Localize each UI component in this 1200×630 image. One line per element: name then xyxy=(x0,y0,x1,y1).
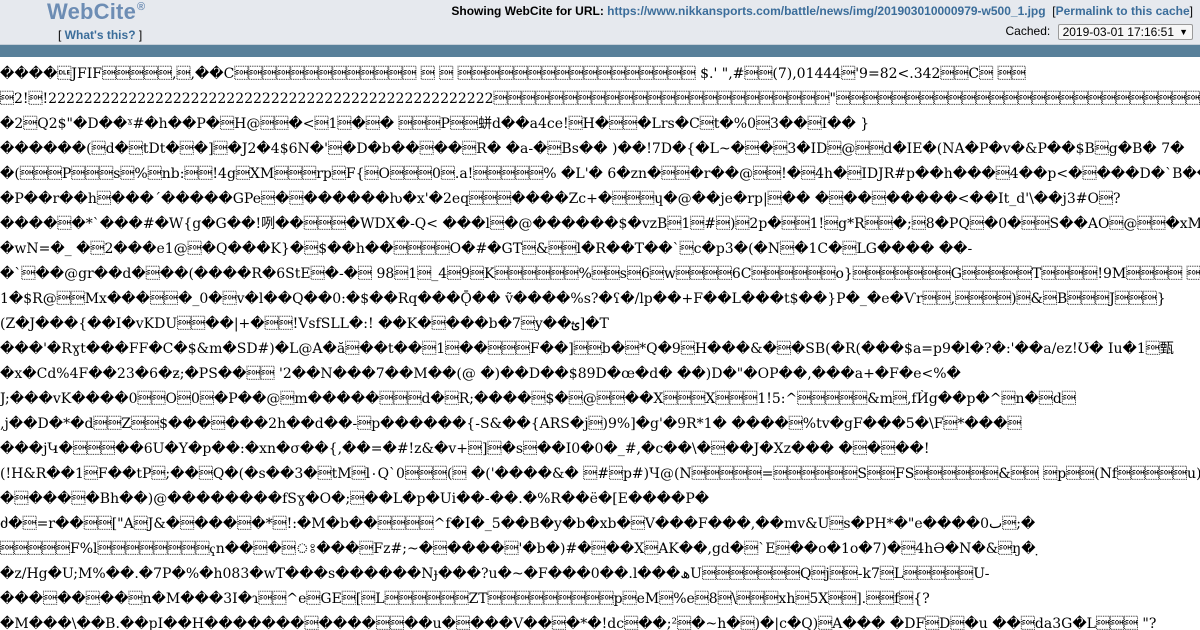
cached-line: Cached: 2019-03-01 17:16:51 ▼ xyxy=(451,22,1193,42)
binary-text-line: F%lҁn���ঃ���Fz#;~�����… xyxy=(0,541,1041,557)
permalink-link[interactable]: Permalink to this cache xyxy=(1056,4,1190,18)
logo-text[interactable]: WebCite xyxy=(47,0,136,24)
header-divider-bar xyxy=(0,45,1200,57)
url-line: Showing WebCite for URL: https://www.nik… xyxy=(451,4,1193,21)
binary-text-line: �M���\��B.��pI��H�������������u����V… xyxy=(0,616,1157,630)
whats-this-close-bracket: ] xyxy=(135,28,143,42)
binary-text-line: ����JFIF,,��C   … xyxy=(0,66,1026,82)
binary-text-line: �2Q2$"�D��ˠ#�h��P�H@�<1�� P蛢… xyxy=(0,116,870,132)
cached-content: ����JFIF,,��C   … xyxy=(0,62,1200,630)
whats-this-link[interactable]: What's this? xyxy=(65,28,136,42)
registered-mark: ® xyxy=(137,1,146,13)
cached-date-select[interactable]: 2019-03-01 17:16:51 ▼ xyxy=(1057,23,1193,40)
binary-text-line: (Z�J���{��I�vKDU��|+�!VsfSLL�:! ��K�… xyxy=(0,316,609,332)
binary-text-line: 1�$R@Mx����_0�v�l��Q��0:�$��Rq���Ǭ�… xyxy=(0,291,1166,307)
binary-text-line: �(Ps%nb:!4gXMrpF{O0.… xyxy=(0,166,1200,182)
binary-text-line: �������n�M���3I�ɿ^eGE[LZT… xyxy=(0,591,930,607)
original-url-link[interactable]: https://www.nikkansports.com/battle/news… xyxy=(607,4,1045,18)
binary-text-line: �`��@gr��d���(����R�6StE�-� 981_4… xyxy=(0,266,1200,282)
binary-text-line: �z/Hg�U;M%��.�7P�%�h083�wT���s������Nɟ��… xyxy=(0,566,990,582)
cached-label: Cached: xyxy=(1005,24,1051,38)
binary-text-line: ‚j��D�*�dZ$������2h��d��-p������{-… xyxy=(0,416,1022,432)
binary-text-line: ძ�=r��["AJ&�����*!:�M�b��^f�I… xyxy=(0,516,1036,532)
binary-text-line: 2!!22222222222222222222222222222222222… xyxy=(0,91,1200,107)
binary-text-line: J;���vK����0O0�P��@m�����d�R;��… xyxy=(0,391,1076,407)
binary-text-line: ������(d�tDt��]�J2�4$6N�'�D�b����… xyxy=(0,141,1185,157)
webcite-header: WebCite® [ What's this? ] Showing WebCit… xyxy=(0,0,1200,45)
binary-text-line: (!H&R��1F��tP;��Q�(�s��3�tMl۰Q`0… xyxy=(0,466,1200,482)
binary-text-line: ���'�Rɣt���FF�C�$&m�SD#)�L@A�ă��t��1�… xyxy=(0,341,1174,357)
chevron-down-icon: ▼ xyxy=(1179,26,1188,37)
binary-text-line: �wN=�_ �2���e1@�Q���K}�$��h��O�#�… xyxy=(0,241,973,257)
binary-text-line: �����Bh��)@��������fSɣ�O�;��L�p�Ui��-… xyxy=(0,491,710,507)
binary-text-line: �x�Cd%4F��23�6�ƶ;�PS�� '2��N���7��M��(… xyxy=(0,366,961,382)
binary-text-line: �����*`���#�W{g�G��!咧���WDX�-Q< ���l… xyxy=(0,216,1200,232)
permalink-close-bracket: ] xyxy=(1189,4,1193,18)
binary-text-line: ���jԿ���6U�Y�p��:�xn�σ��{,��=�#!z&�v+… xyxy=(0,441,930,457)
whats-this-open-bracket: [ xyxy=(58,28,65,42)
whats-this: [ What's this? ] xyxy=(58,28,142,42)
showing-label: Showing WebCite for URL: xyxy=(451,4,604,18)
cache-info: Showing WebCite for URL: https://www.nik… xyxy=(451,4,1193,42)
webcite-logo[interactable]: WebCite® xyxy=(47,0,145,25)
cached-date-value: 2019-03-01 17:16:51 xyxy=(1062,24,1174,39)
binary-text-line: �P��r��h���´�����GPe�������ƕ�x'�2eq… xyxy=(0,191,1121,207)
